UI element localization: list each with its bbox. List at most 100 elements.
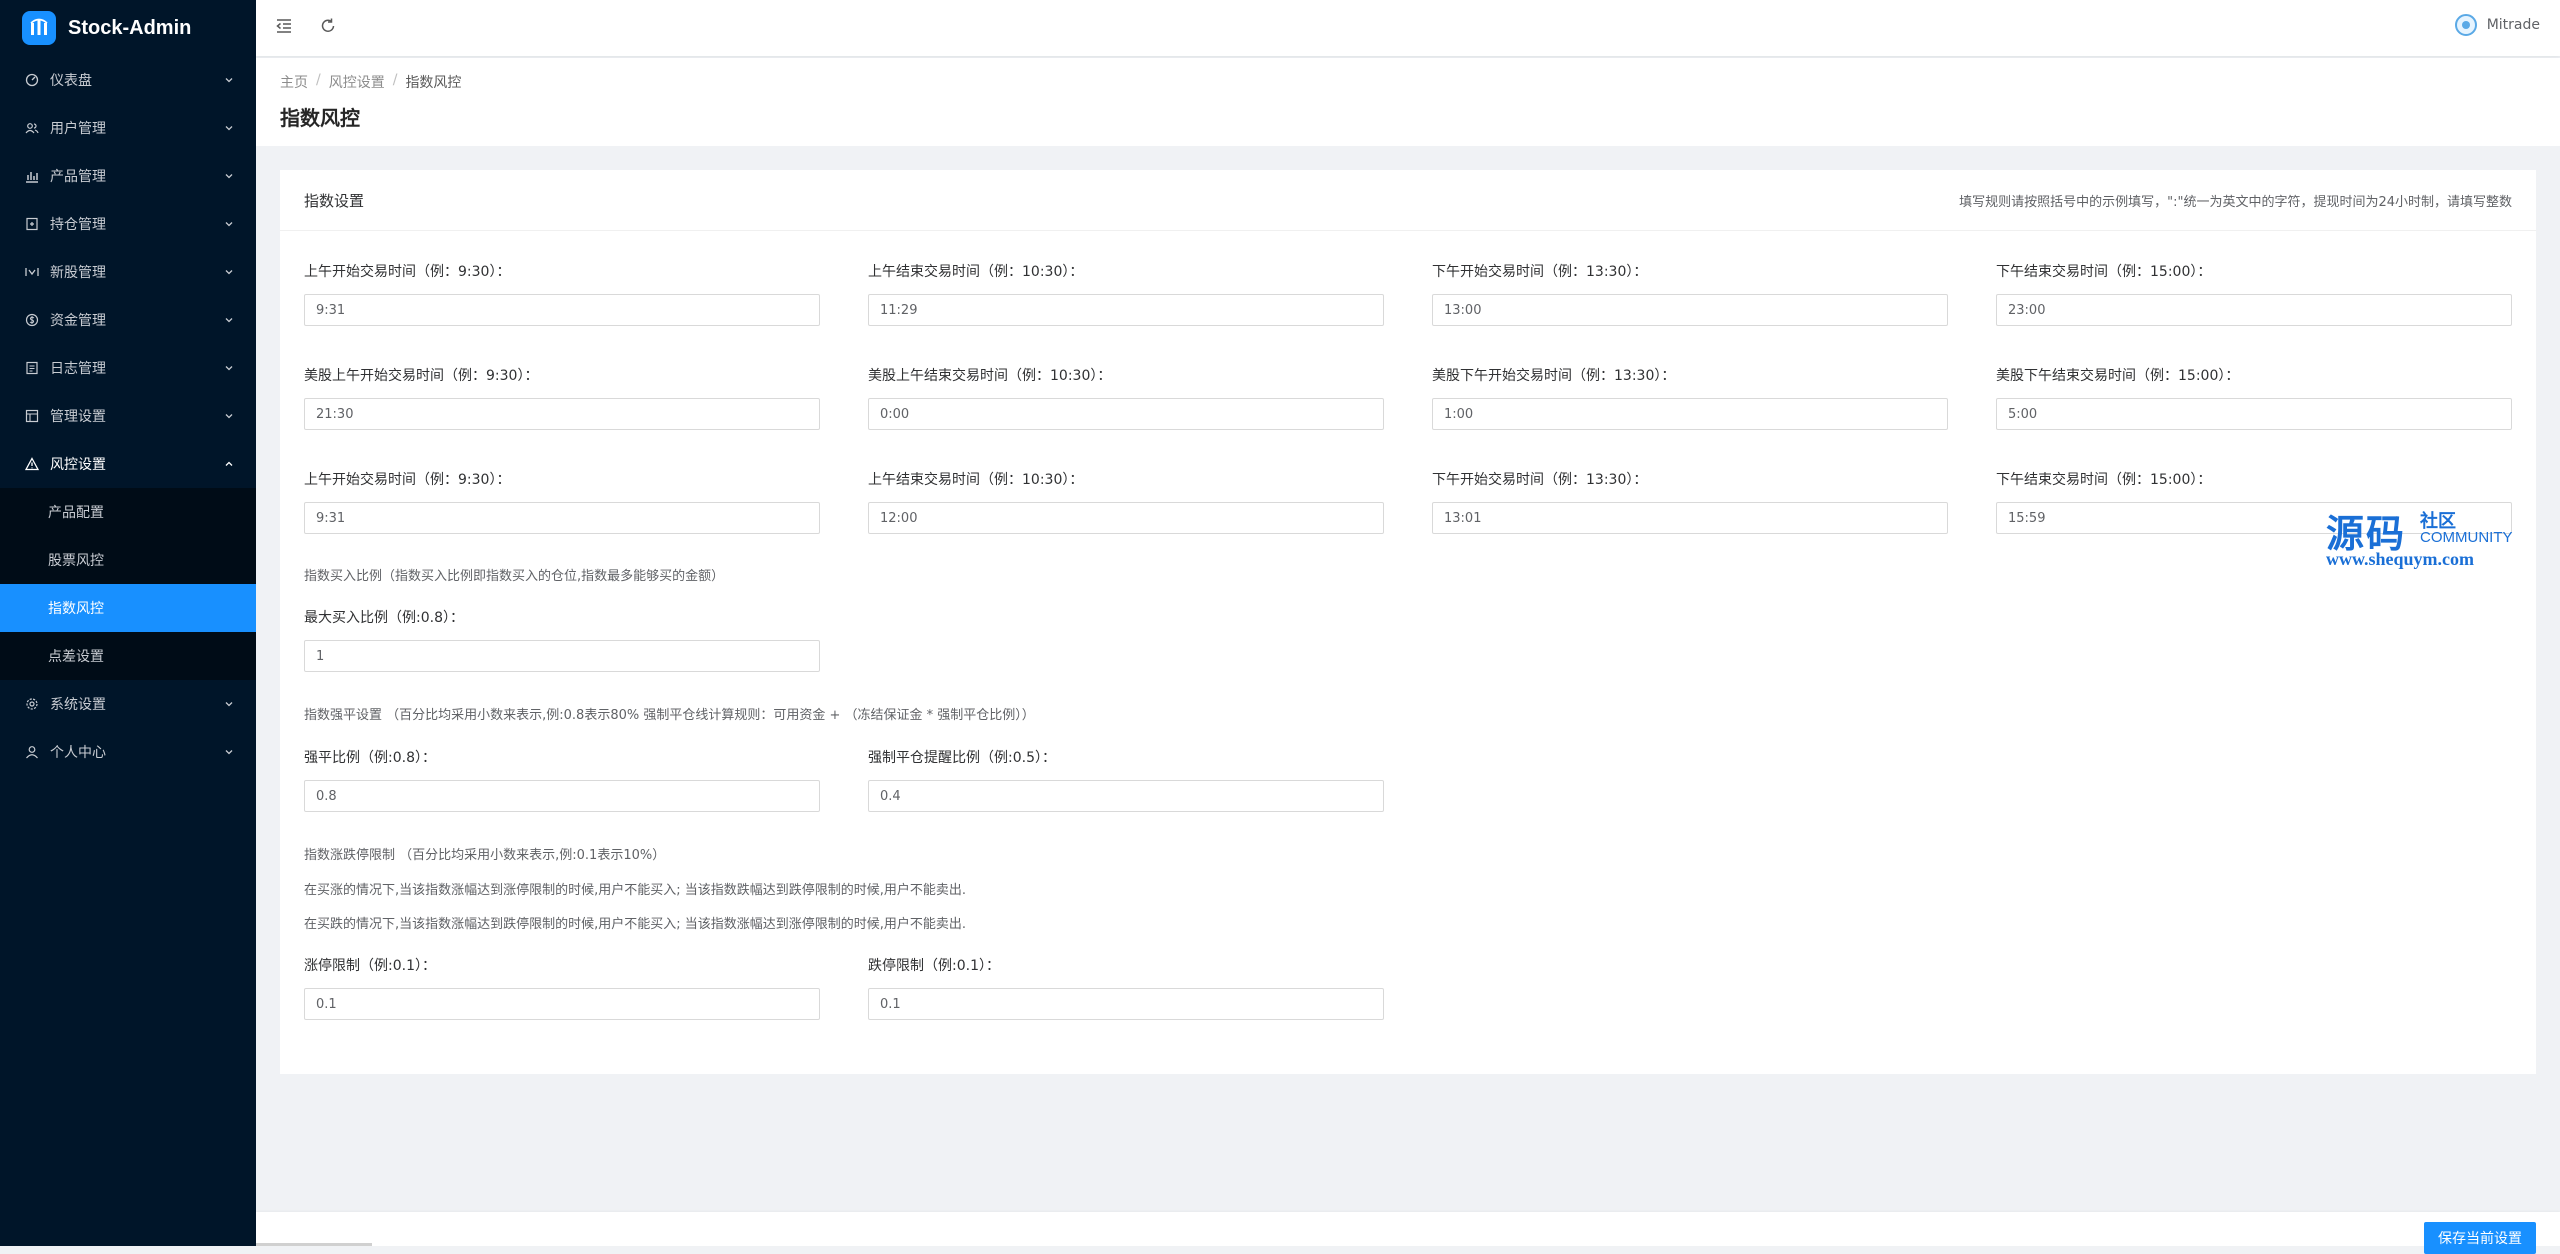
am-end-input-2[interactable] <box>868 502 1384 534</box>
force-close-note: 指数强平设置 （百分比均采用小数来表示,例:0.8表示80% 强制平仓线计算规则… <box>304 708 1035 723</box>
sidebar-item-products[interactable]: 产品管理 <box>0 152 256 200</box>
breadcrumb-separator: / <box>316 72 321 88</box>
sidebar-item-label: 个人中心 <box>50 745 106 761</box>
field-label: 强制平仓提醒比例（例:0.5）： <box>868 750 1056 766</box>
sidebar-item-profile[interactable]: 个人中心 <box>0 728 256 776</box>
card-title: 指数设置 <box>304 191 365 210</box>
chevron-down-icon <box>222 265 236 279</box>
field-label: 上午开始交易时间（例：9:30）： <box>304 264 511 280</box>
sidebar-item-admin[interactable]: 管理设置 <box>0 392 256 440</box>
max-buy-input[interactable] <box>304 640 820 672</box>
breadcrumb-separator: / <box>392 72 398 88</box>
chevron-down-icon <box>222 313 236 327</box>
limit-desc-long: 在买涨的情况下,当该指数涨幅达到涨停限制的时候,用户不能买入; 当该指数跌幅达到… <box>304 883 967 898</box>
sidebar-item-label: 风控设置 <box>50 457 106 473</box>
chevron-down-icon <box>222 217 236 231</box>
am-end-input[interactable] <box>868 294 1384 326</box>
up-limit-input[interactable] <box>304 988 820 1020</box>
pm-start-input-2[interactable] <box>1432 502 1948 534</box>
field-label: 美股下午开始交易时间（例：13:30）： <box>1432 368 1676 384</box>
sidebar-item-spread[interactable]: 点差设置 <box>0 632 256 680</box>
field-label: 下午开始交易时间（例：13:30）： <box>1432 472 1648 488</box>
force-warn-input[interactable] <box>868 780 1384 812</box>
menu-fold-icon[interactable] <box>272 14 296 38</box>
warning-icon <box>24 456 40 472</box>
limit-desc-short: 在买跌的情况下,当该指数涨幅达到跌停限制的时候,用户不能买入; 当该指数涨幅达到… <box>304 917 967 932</box>
dashboard-icon <box>24 72 40 88</box>
sidebar: Stock-Admin 仪表盘 用户管理 产品管理 持仓管理 新股管理 资金管理… <box>0 0 256 1246</box>
limit-note: 指数涨跌停限制 （百分比均采用小数来表示,例:0.1表示10%） <box>304 848 666 863</box>
field-label: 下午结束交易时间（例：15:00）： <box>1996 264 2212 280</box>
chevron-down-icon <box>222 361 236 375</box>
sidebar-item-dashboard[interactable]: 仪表盘 <box>0 56 256 104</box>
sidebar-item-label: 仪表盘 <box>50 73 92 89</box>
card-note: 填写规则请按照括号中的示例填写，":"统一为英文中的字符，提现时间为24小时制，… <box>1959 194 2512 210</box>
pm-end-field-2: 下午结束交易时间（例：15:00）： <box>1996 470 2512 534</box>
app-logo[interactable]: Stock-Admin <box>0 0 256 56</box>
breadcrumb-parent[interactable]: 风控设置 <box>329 72 385 92</box>
us-pm-start-input[interactable] <box>1432 398 1948 430</box>
users-icon <box>24 120 40 136</box>
us-am-start-field: 美股上午开始交易时间（例：9:30）： <box>304 366 820 430</box>
field-label: 跌停限制（例:0.1）： <box>868 958 1000 974</box>
sidebar-item-funds[interactable]: 资金管理 <box>0 296 256 344</box>
buy-ratio-note: 指数买入比例（指数买入比例即指数买入的仓位,指数最多能够买的金额） <box>304 569 725 584</box>
down-limit-input[interactable] <box>868 988 1384 1020</box>
sidebar-item-index-risk[interactable]: 指数风控 <box>0 584 256 632</box>
refresh-icon[interactable] <box>316 14 340 38</box>
sidebar-item-product-config[interactable]: 产品配置 <box>0 488 256 536</box>
am-start-input[interactable] <box>304 294 820 326</box>
sidebar-item-system[interactable]: 系统设置 <box>0 680 256 728</box>
sidebar-item-label: 产品管理 <box>50 169 106 185</box>
logo-icon <box>22 11 56 45</box>
us-am-end-input[interactable] <box>868 398 1384 430</box>
log-icon <box>24 360 40 376</box>
us-am-end-field: 美股上午结束交易时间（例：10:30）： <box>868 366 1384 430</box>
money-icon <box>24 312 40 328</box>
force-ratio-field: 强平比例（例:0.8）： <box>304 748 820 812</box>
gear-icon <box>24 696 40 712</box>
sidebar-item-positions[interactable]: 持仓管理 <box>0 200 256 248</box>
pm-start-field-2: 下午开始交易时间（例：13:30）： <box>1432 470 1948 534</box>
force-ratio-input[interactable] <box>304 780 820 812</box>
save-settings-button[interactable]: 保存当前设置 <box>2424 1222 2536 1254</box>
up-limit-field: 涨停限制（例:0.1）： <box>304 956 820 1020</box>
field-label: 强平比例（例:0.8）： <box>304 750 436 766</box>
pm-start-field: 下午开始交易时间（例：13:30）： <box>1432 262 1948 326</box>
field-label: 美股上午结束交易时间（例：10:30）： <box>868 368 1112 384</box>
us-am-start-input[interactable] <box>304 398 820 430</box>
user-menu[interactable]: Mitrade <box>2454 14 2540 36</box>
page-header: 主页 / 风控设置 / 指数风控 指数风控 <box>256 58 2560 146</box>
avatar <box>2454 14 2477 36</box>
sidebar-item-logs[interactable]: 日志管理 <box>0 344 256 392</box>
pm-start-input[interactable] <box>1432 294 1948 326</box>
us-pm-end-input[interactable] <box>1996 398 2512 430</box>
sidebar-item-ipo[interactable]: 新股管理 <box>0 248 256 296</box>
breadcrumb-current: 指数风控 <box>405 75 462 91</box>
sidebar-item-label: 资金管理 <box>50 313 106 329</box>
chevron-down-icon <box>222 745 236 759</box>
sidebar-item-risk[interactable]: 风控设置 <box>0 440 256 488</box>
chevron-down-icon <box>222 409 236 423</box>
field-label: 最大买入比例（例:0.8）： <box>304 610 464 626</box>
top-header: Mitrade <box>256 0 2560 56</box>
am-end-field-2: 上午结束交易时间（例：10:30）： <box>868 470 1384 534</box>
sidebar-item-label: 产品配置 <box>48 505 104 521</box>
sidebar-item-stock-risk[interactable]: 股票风控 <box>0 536 256 584</box>
sidebar-item-label: 持仓管理 <box>50 217 106 233</box>
field-label: 上午结束交易时间（例：10:30）： <box>868 472 1084 488</box>
us-pm-start-field: 美股下午开始交易时间（例：13:30）： <box>1432 366 1948 430</box>
sidebar-item-users[interactable]: 用户管理 <box>0 104 256 152</box>
page-title: 指数风控 <box>280 106 360 130</box>
am-start-input-2[interactable] <box>304 502 820 534</box>
risk-submenu-wrap: 产品配置 股票风控 指数风控 点差设置 <box>0 488 256 680</box>
chevron-down-icon <box>222 169 236 183</box>
risk-submenu: 产品配置 股票风控 指数风控 点差设置 <box>0 488 256 680</box>
pm-end-field: 下午结束交易时间（例：15:00）： <box>1996 262 2512 326</box>
breadcrumb-home[interactable]: 主页 <box>280 72 308 92</box>
sidebar-item-label: 新股管理 <box>50 265 106 281</box>
pm-end-input[interactable] <box>1996 294 2512 326</box>
watermark-logo: 源码 社区 COMMUNITY www.shequym.com <box>2326 503 2526 573</box>
sidebar-item-label: 股票风控 <box>48 553 104 569</box>
card-header: 指数设置 填写规则请按照括号中的示例填写，":"统一为英文中的字符，提现时间为2… <box>280 170 2536 231</box>
